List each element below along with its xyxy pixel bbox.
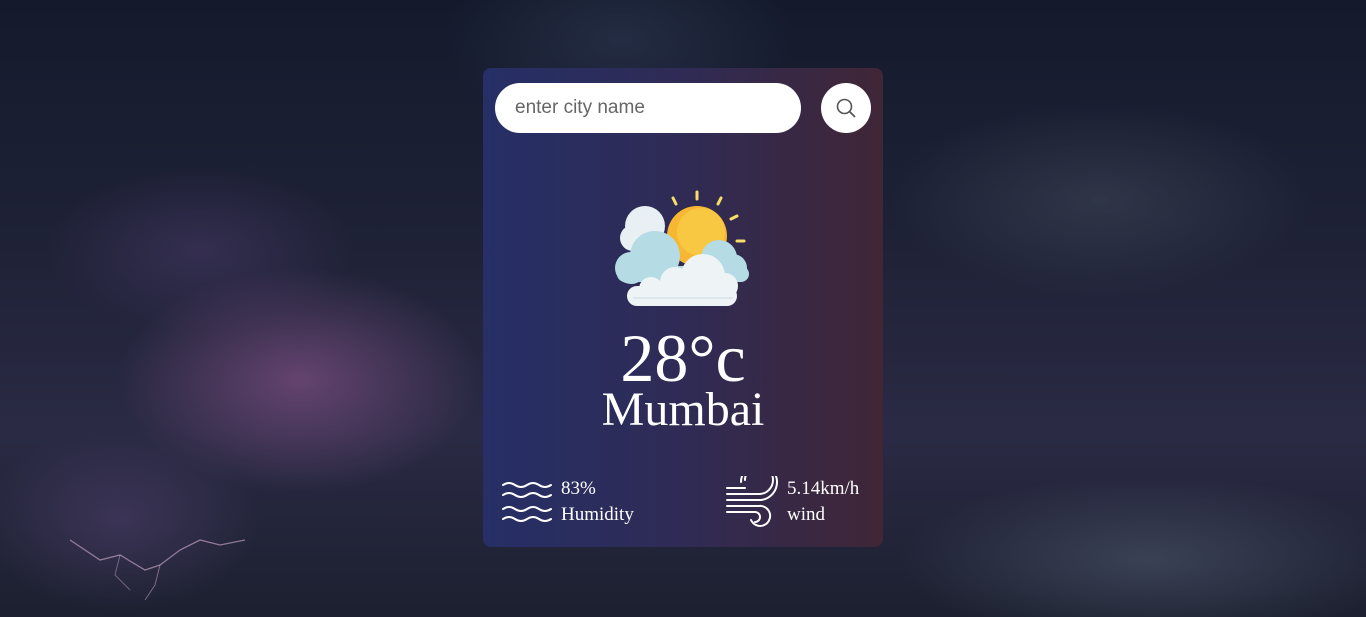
weather-card: 28°c Mumbai 83% Humidity bbox=[483, 68, 883, 547]
humidity-detail: 83% Humidity bbox=[501, 476, 634, 528]
humidity-value: 83% bbox=[561, 478, 596, 499]
wind-icon bbox=[726, 476, 778, 527]
humidity-label: Humidity bbox=[561, 504, 634, 525]
partly-cloudy-sun-icon bbox=[615, 190, 749, 306]
wind-label: wind bbox=[787, 504, 825, 525]
search-input[interactable] bbox=[495, 83, 801, 133]
city-name: Mumbai bbox=[601, 383, 765, 436]
search-icon bbox=[836, 98, 856, 118]
lightning-decoration bbox=[69, 539, 246, 601]
wind-detail: 5.14km/h wind bbox=[725, 476, 859, 528]
search-button[interactable] bbox=[821, 83, 871, 133]
waves-icon bbox=[502, 482, 552, 522]
wind-value: 5.14km/h bbox=[787, 478, 860, 499]
